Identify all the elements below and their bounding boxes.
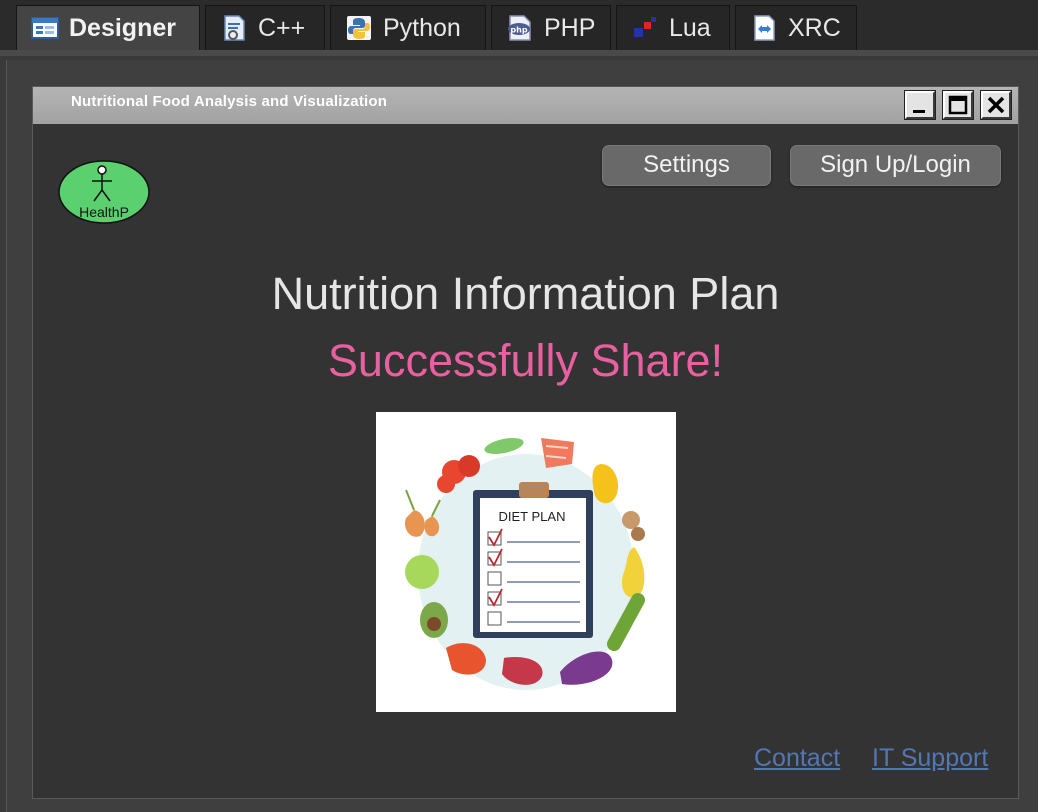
tab-label: Designer bbox=[69, 13, 176, 42]
tab-php[interactable]: php PHP bbox=[491, 5, 611, 50]
signup-login-button[interactable]: Sign Up/Login bbox=[790, 145, 1001, 186]
minimize-button[interactable] bbox=[904, 90, 936, 120]
it-support-link[interactable]: IT Support bbox=[872, 744, 988, 773]
close-icon bbox=[987, 96, 1005, 114]
contact-link[interactable]: Contact bbox=[754, 744, 840, 773]
minimize-icon bbox=[913, 110, 925, 113]
tab-designer[interactable]: Designer bbox=[16, 5, 200, 50]
tab-label: PHP bbox=[544, 13, 596, 42]
healthp-logo: HealthP bbox=[57, 159, 152, 225]
cpp-file-icon bbox=[224, 15, 245, 41]
svg-text:php: php bbox=[510, 26, 527, 35]
logo-label: HealthP bbox=[79, 204, 129, 220]
editor-tab-bar: Designer C++ Python php PHP Lua XRC bbox=[0, 0, 1038, 56]
checklist-checkbox bbox=[487, 571, 502, 586]
tab-bar-divider bbox=[0, 50, 1038, 56]
tab-label: Lua bbox=[669, 13, 711, 42]
settings-button[interactable]: Settings bbox=[602, 145, 771, 186]
window-title: Nutritional Food Analysis and Visualizat… bbox=[71, 93, 388, 110]
designer-icon bbox=[31, 17, 59, 39]
window-titlebar: Nutritional Food Analysis and Visualizat… bbox=[33, 87, 1018, 124]
python-icon bbox=[347, 16, 371, 40]
app-frame: Nutritional Food Analysis and Visualizat… bbox=[32, 86, 1019, 799]
lua-icon bbox=[634, 17, 656, 37]
diet-plan-image: DIET PLAN bbox=[376, 412, 676, 712]
close-button[interactable] bbox=[980, 90, 1012, 120]
maximize-icon bbox=[948, 95, 968, 115]
tab-label: C++ bbox=[258, 13, 306, 42]
tab-lua[interactable]: Lua bbox=[616, 5, 730, 50]
tab-python[interactable]: Python bbox=[330, 5, 486, 50]
tab-cpp[interactable]: C++ bbox=[205, 5, 325, 50]
share-status-message: Successfully Share! bbox=[327, 335, 724, 386]
maximize-button[interactable] bbox=[942, 90, 974, 120]
tab-label: Python bbox=[383, 13, 461, 42]
clipboard-title: DIET PLAN bbox=[499, 509, 566, 524]
tab-label: XRC bbox=[788, 13, 841, 42]
page-heading: Nutrition Information Plan bbox=[271, 268, 780, 319]
php-icon: php bbox=[508, 15, 531, 41]
xrc-icon bbox=[754, 15, 775, 41]
tab-xrc[interactable]: XRC bbox=[735, 5, 857, 50]
checklist-checkbox bbox=[487, 611, 502, 626]
